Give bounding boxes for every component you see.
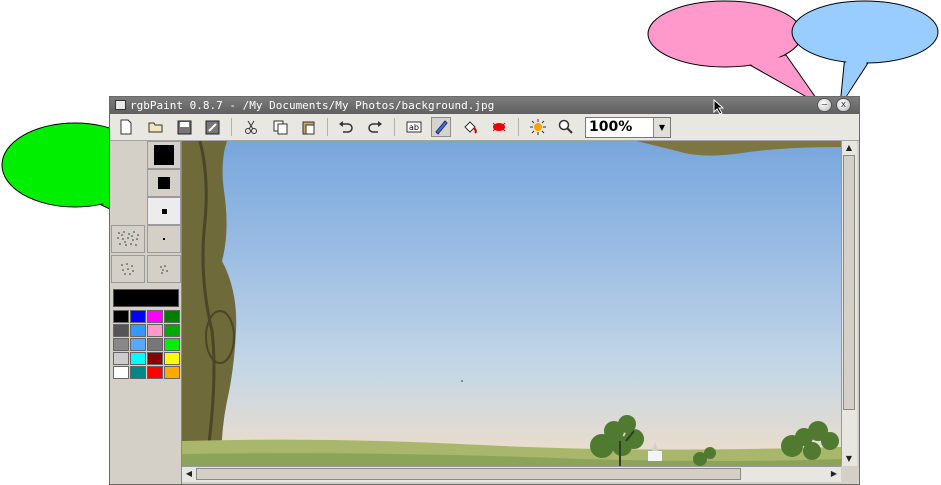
scroll-down-arrow[interactable]: ▼ [842, 452, 856, 465]
scroll-up-arrow[interactable]: ▲ [842, 141, 856, 154]
palette-color-swatch[interactable] [113, 324, 129, 337]
window-title: rgbPaint 0.8.7 - /My Documents/My Photos… [130, 99, 495, 112]
scroll-right-arrow[interactable]: ▶ [827, 467, 841, 480]
palette-color-swatch[interactable] [147, 310, 163, 323]
palette-color-swatch[interactable] [164, 352, 180, 365]
magnifier-icon[interactable] [556, 117, 576, 137]
paint-bucket-icon[interactable] [460, 117, 480, 137]
mouse-cursor-icon [713, 99, 725, 115]
folder-open-icon[interactable] [146, 117, 166, 137]
palette-color-swatch[interactable] [164, 338, 180, 351]
toolbar-separator [327, 118, 328, 136]
pencil-icon[interactable] [431, 117, 451, 137]
save-as-icon[interactable] [202, 117, 222, 137]
app-icon [115, 100, 126, 110]
palette-color-swatch[interactable] [147, 338, 163, 351]
brush-spray-large[interactable] [111, 225, 145, 253]
toolbar-separator [394, 118, 395, 136]
palette-color-swatch[interactable] [130, 310, 146, 323]
blue-speech-balloon [791, 0, 939, 107]
palette-color-swatch[interactable] [130, 366, 146, 379]
scroll-left-arrow[interactable]: ◀ [182, 467, 196, 480]
floppy-disk-icon[interactable] [174, 117, 194, 137]
scissors-icon[interactable] [241, 117, 261, 137]
brush-large-square[interactable] [147, 141, 181, 169]
text-tool-icon[interactable]: ab [404, 117, 424, 137]
close-button[interactable]: x [836, 98, 851, 112]
tool-panel [111, 141, 182, 484]
palette-color-swatch[interactable] [147, 366, 163, 379]
chevron-down-icon[interactable]: ▼ [653, 118, 670, 137]
foreground-color-swatch[interactable] [113, 289, 179, 307]
palette-color-swatch[interactable] [113, 310, 129, 323]
vertical-scroll-thumb[interactable] [843, 155, 855, 410]
copy-icon[interactable] [270, 117, 290, 137]
toolbar-separator [231, 118, 232, 136]
background-image [182, 141, 841, 466]
minimize-button[interactable]: — [817, 98, 832, 112]
title-bar[interactable]: rgbPaint 0.8.7 - /My Documents/My Photos… [110, 97, 859, 114]
palette-color-swatch[interactable] [130, 338, 146, 351]
brush-small-square[interactable] [147, 197, 181, 225]
toolbar-separator [518, 118, 519, 136]
toolbar: ab 100% ▼ [110, 114, 859, 141]
palette-color-swatch[interactable] [130, 352, 146, 365]
undo-icon[interactable] [336, 117, 356, 137]
palette-color-swatch[interactable] [113, 338, 129, 351]
palette-color-swatch[interactable] [164, 324, 180, 337]
new-document-icon[interactable] [116, 117, 136, 137]
brush-medium-square[interactable] [147, 169, 181, 197]
zoom-select[interactable]: 100% ▼ [585, 117, 671, 138]
brush-spray-small[interactable] [147, 255, 181, 283]
horizontal-scrollbar[interactable]: ◀ ▶ [182, 466, 841, 482]
app-window: rgbPaint 0.8.7 - /My Documents/My Photos… [109, 96, 860, 485]
palette-color-swatch[interactable] [147, 352, 163, 365]
spray-icon[interactable] [489, 117, 509, 137]
sun-icon[interactable] [528, 117, 548, 137]
palette-color-swatch[interactable] [113, 366, 129, 379]
palette-color-swatch[interactable] [113, 352, 129, 365]
brush-tiny-dot[interactable] [147, 225, 181, 253]
horizontal-scroll-thumb[interactable] [196, 468, 741, 480]
redo-icon[interactable] [365, 117, 385, 137]
palette-color-swatch[interactable] [164, 366, 180, 379]
vertical-scrollbar[interactable]: ▲ ▼ [841, 141, 857, 466]
palette-color-swatch[interactable] [130, 324, 146, 337]
svg-text:ab: ab [409, 123, 419, 132]
zoom-value: 100% [589, 119, 633, 135]
image-canvas[interactable] [182, 141, 841, 466]
clipboard-icon[interactable] [298, 117, 318, 137]
brush-spray-medium[interactable] [111, 255, 145, 283]
palette-color-swatch[interactable] [164, 310, 180, 323]
palette-color-swatch[interactable] [147, 324, 163, 337]
